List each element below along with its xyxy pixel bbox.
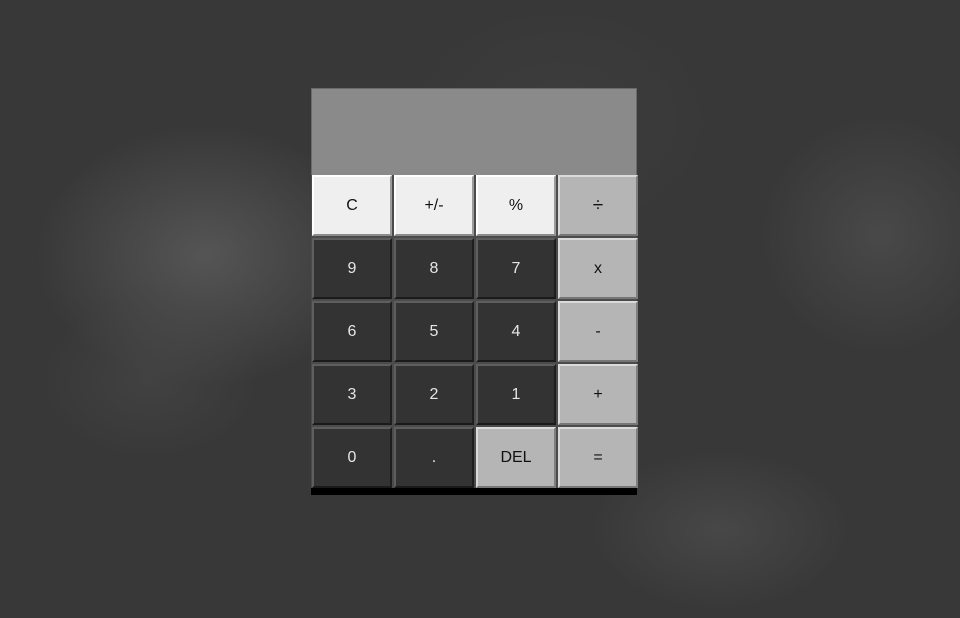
- digit-9-button[interactable]: 9: [312, 238, 392, 299]
- digit-8-button[interactable]: 8: [394, 238, 474, 299]
- digit-6-button[interactable]: 6: [312, 301, 392, 362]
- multiply-button[interactable]: x: [558, 238, 638, 299]
- digit-1-button[interactable]: 1: [476, 364, 556, 425]
- digit-7-button[interactable]: 7: [476, 238, 556, 299]
- clear-button[interactable]: C: [312, 175, 392, 236]
- subtract-button[interactable]: -: [558, 301, 638, 362]
- delete-button[interactable]: DEL: [476, 427, 556, 488]
- digit-2-button[interactable]: 2: [394, 364, 474, 425]
- digit-3-button[interactable]: 3: [312, 364, 392, 425]
- digit-0-button[interactable]: 0: [312, 427, 392, 488]
- digit-4-button[interactable]: 4: [476, 301, 556, 362]
- percent-button[interactable]: %: [476, 175, 556, 236]
- divide-button[interactable]: ÷: [558, 175, 638, 236]
- equals-button[interactable]: =: [558, 427, 638, 488]
- keypad: C +/- % ÷ 9 8 7 x 6 5 4 - 3 2 1 + 0 . DE…: [311, 175, 638, 488]
- add-button[interactable]: +: [558, 364, 638, 425]
- decimal-button[interactable]: .: [394, 427, 474, 488]
- calculator: C +/- % ÷ 9 8 7 x 6 5 4 - 3 2 1 + 0 . DE…: [311, 88, 638, 495]
- digit-5-button[interactable]: 5: [394, 301, 474, 362]
- plus-minus-button[interactable]: +/-: [394, 175, 474, 236]
- calculator-display: [311, 88, 637, 175]
